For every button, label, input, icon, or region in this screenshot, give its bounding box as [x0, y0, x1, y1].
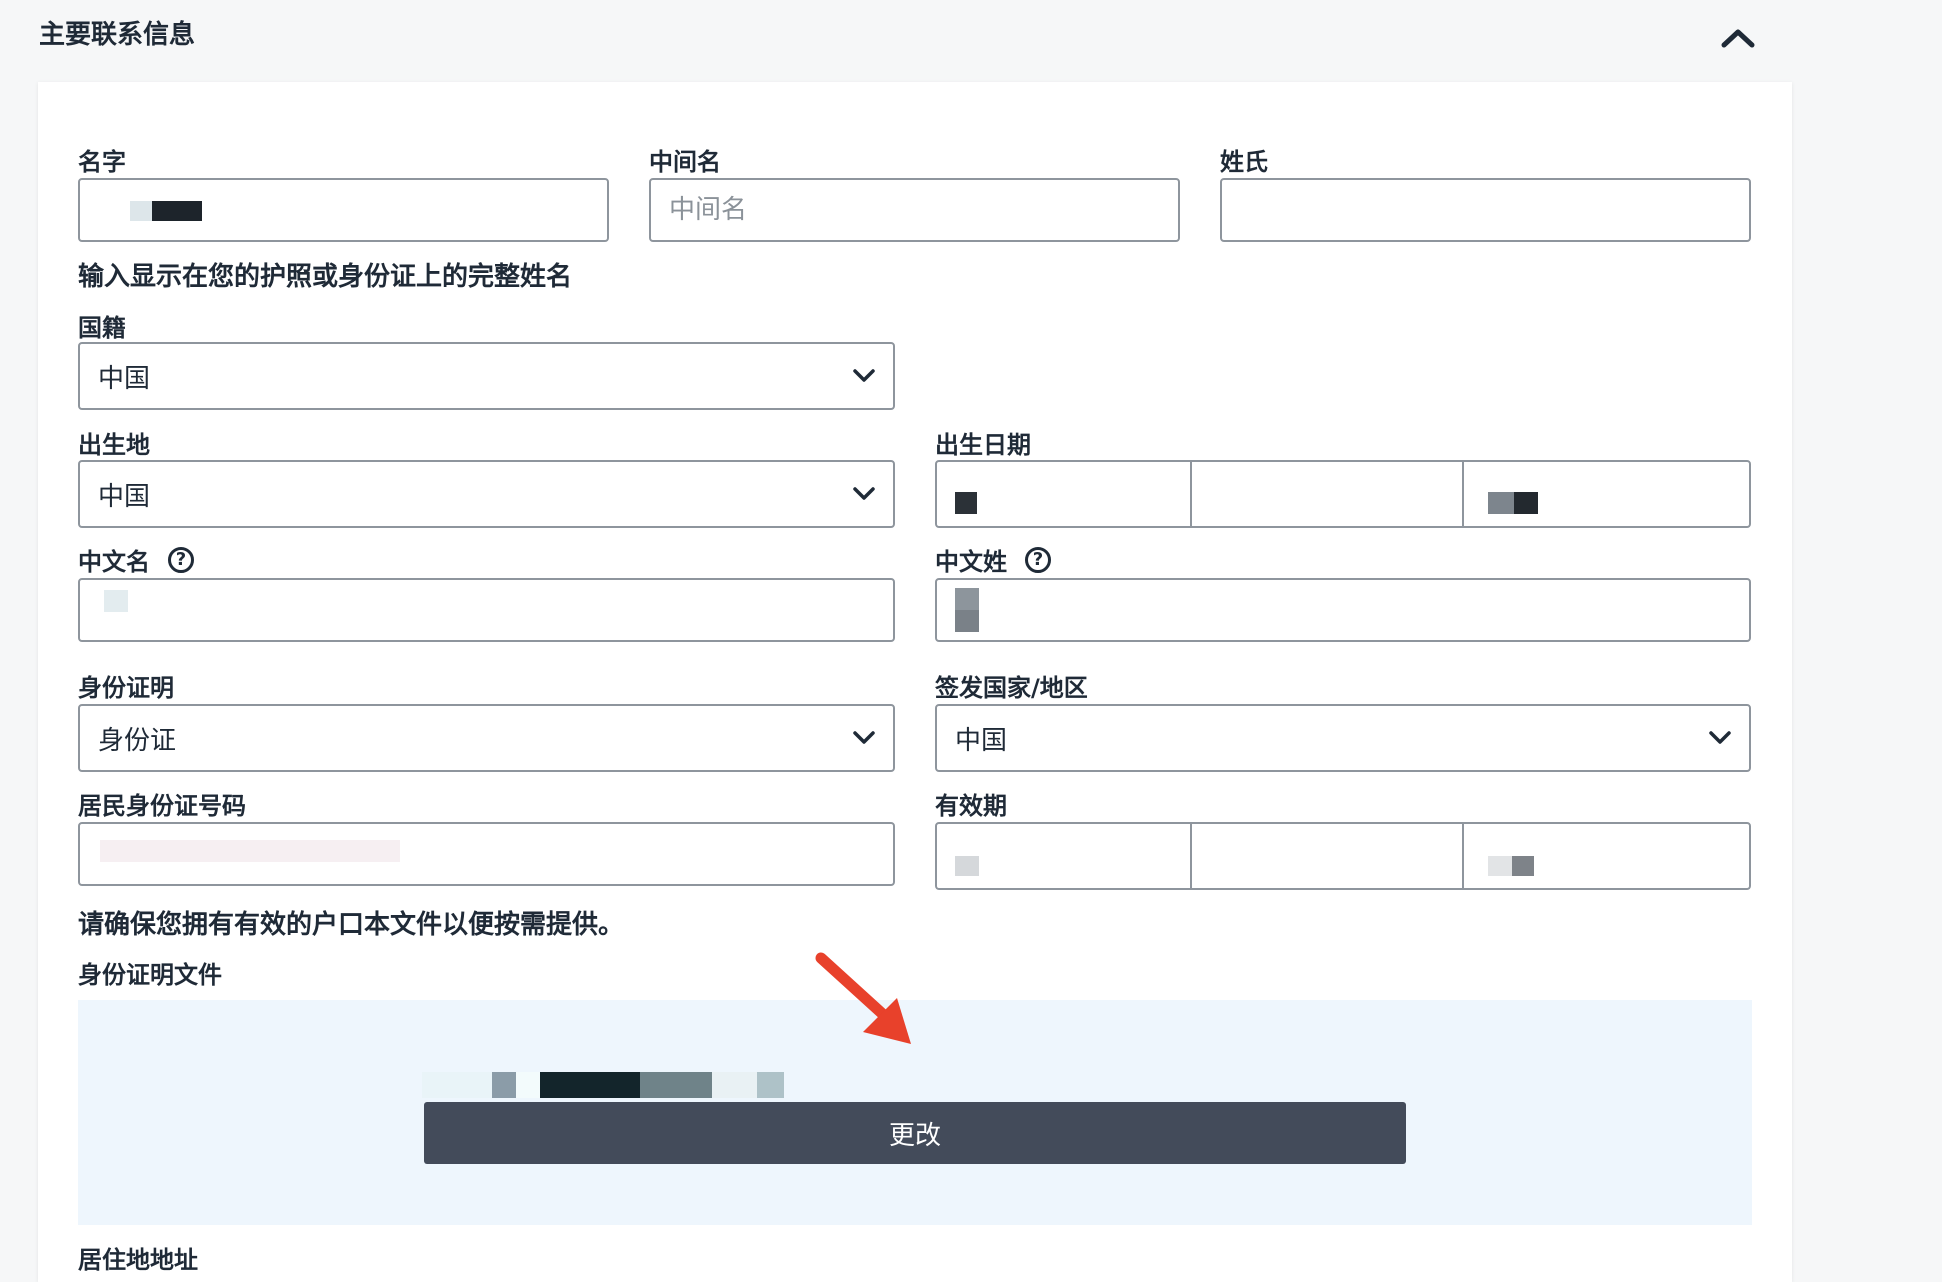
birth-day-field[interactable] [937, 462, 1192, 526]
collapse-button[interactable] [1716, 18, 1760, 58]
issuing-country-select[interactable]: 中国 [935, 704, 1751, 772]
redacted-value [152, 201, 202, 221]
redacted-value [1488, 856, 1512, 876]
chinese-first-name-field[interactable] [78, 578, 895, 642]
chinese-last-name-label-text: 中文姓 [935, 548, 1007, 576]
annotation-arrow [815, 952, 911, 1044]
redacted-value [955, 610, 979, 632]
redacted-value [955, 492, 977, 514]
redacted-value [757, 1072, 784, 1098]
hukou-hint: 请确保您拥有有效的户口本文件以便按需提供。 [78, 910, 625, 940]
birthplace-select[interactable]: 中国 [78, 460, 895, 528]
chevron-down-icon [853, 369, 875, 382]
id-number-field[interactable] [78, 822, 895, 886]
last-name-field[interactable] [1220, 178, 1751, 242]
birth-year-field[interactable] [1464, 462, 1749, 526]
birth-date-label: 出生日期 [935, 431, 1031, 459]
redacted-value [955, 588, 979, 610]
help-icon[interactable]: ? [1025, 546, 1051, 573]
chinese-last-name-label: 中文姓 ? [935, 542, 1051, 577]
chevron-down-icon [853, 731, 875, 744]
section-title: 主要联系信息 [39, 20, 196, 50]
id-type-label: 身份证明 [78, 674, 174, 702]
redacted-value [104, 590, 128, 612]
redacted-value [100, 840, 400, 862]
first-name-field[interactable] [78, 178, 609, 242]
expiry-day-field[interactable] [937, 824, 1192, 888]
id-type-value: 身份证 [98, 725, 177, 756]
address-label: 居住地地址 [78, 1246, 198, 1274]
middle-name-field[interactable] [649, 178, 1180, 242]
redacted-value [516, 1072, 540, 1098]
nationality-select[interactable]: 中国 [78, 342, 895, 410]
redacted-value [492, 1072, 516, 1098]
expiry-year-field[interactable] [1464, 824, 1749, 888]
birth-date-group [935, 460, 1751, 528]
redacted-value [712, 1072, 757, 1098]
expiry-date-label: 有效期 [935, 792, 1007, 820]
change-file-button[interactable]: 更改 [424, 1102, 1406, 1164]
middle-name-label: 中间名 [649, 148, 721, 176]
name-hint: 输入显示在您的护照或身份证上的完整姓名 [78, 262, 573, 292]
redacted-value [955, 856, 979, 876]
redacted-value [1514, 492, 1538, 514]
redacted-value [640, 1072, 712, 1098]
issuing-country-value: 中国 [955, 725, 1008, 756]
help-icon[interactable]: ? [168, 546, 194, 573]
issuing-country-label: 签发国家/地区 [935, 674, 1088, 702]
chevron-down-icon [853, 487, 875, 500]
chinese-first-name-label: 中文名 ? [78, 542, 194, 577]
expiry-month-field[interactable] [1192, 824, 1464, 888]
redacted-value [1512, 856, 1534, 876]
uploaded-filename [422, 1072, 784, 1098]
redacted-value [422, 1072, 492, 1098]
expiry-date-group [935, 822, 1751, 890]
birthplace-label: 出生地 [78, 431, 150, 459]
redacted-value [540, 1072, 640, 1098]
id-type-select[interactable]: 身份证 [78, 704, 895, 772]
nationality-label: 国籍 [78, 314, 126, 342]
chevron-down-icon [1709, 731, 1731, 744]
redacted-value [1488, 492, 1514, 514]
nationality-value: 中国 [98, 363, 151, 394]
last-name-label: 姓氏 [1220, 148, 1268, 176]
birthplace-value: 中国 [98, 481, 151, 512]
chinese-last-name-field[interactable] [935, 578, 1751, 642]
chevron-up-icon [1721, 29, 1755, 48]
id-number-label: 居民身份证号码 [78, 792, 246, 820]
birth-month-field[interactable] [1192, 462, 1464, 526]
id-document-label: 身份证明文件 [78, 961, 222, 989]
chinese-first-name-label-text: 中文名 [78, 548, 150, 576]
first-name-label: 名字 [78, 148, 126, 176]
